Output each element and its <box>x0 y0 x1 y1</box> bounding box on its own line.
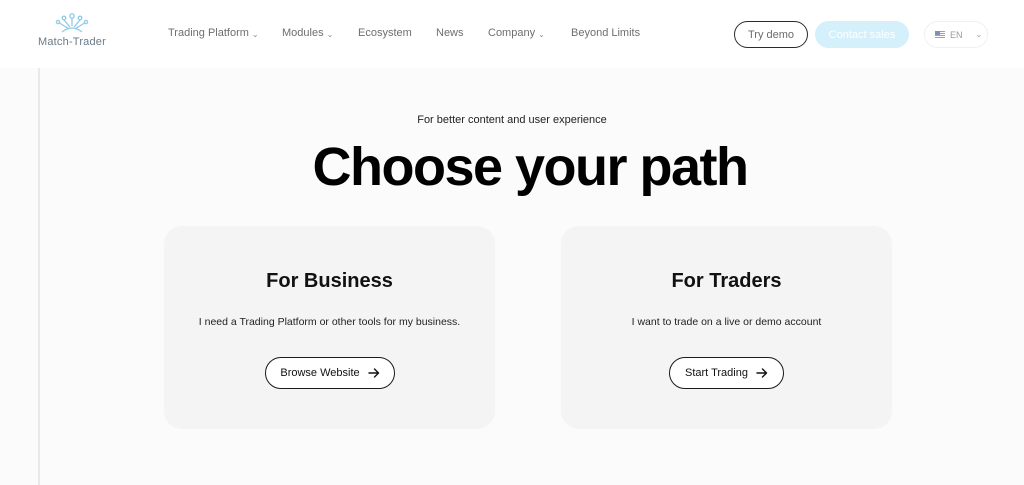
start-trading-button[interactable]: Start Trading <box>669 357 784 389</box>
chevron-down-icon: ⌄ <box>975 30 983 39</box>
logo-icon <box>55 13 89 33</box>
nav-item-label: Beyond Limits <box>571 27 641 39</box>
nav-item-trading-platform[interactable]: Trading Platform ⌄ <box>168 27 259 39</box>
site-header: Match-Trader Trading Platform ⌄ Modules … <box>0 0 1024 68</box>
nav-item-label: Trading Platform <box>168 27 249 39</box>
nav-item-label: Company <box>488 27 536 39</box>
nav-item-label: Modules <box>282 27 324 39</box>
arrow-right-icon <box>756 368 768 378</box>
arrow-right-icon <box>367 368 379 378</box>
nav-item-ecosystem[interactable]: Ecosystem <box>358 27 412 39</box>
language-selector[interactable]: EN ⌄ <box>924 21 988 48</box>
chevron-down-icon: ⌄ <box>251 29 259 39</box>
button-label: Browse Website <box>280 367 360 379</box>
card-description: I need a Trading Platform or other tools… <box>198 316 461 328</box>
button-label: Start Trading <box>685 367 748 379</box>
traders-card: For Traders I want to trade on a live or… <box>561 226 892 429</box>
us-flag-icon <box>935 31 945 38</box>
nav-item-beyond-limits[interactable]: Beyond Limits <box>571 27 640 39</box>
card-description: I want to trade on a live or demo accoun… <box>631 316 822 328</box>
card-title: For Traders <box>671 270 782 292</box>
language-label: EN <box>950 29 963 40</box>
hero-kicker: For better content and user experience <box>417 114 607 126</box>
brand-logo[interactable]: Match-Trader <box>32 12 112 54</box>
browse-website-button[interactable]: Browse Website <box>265 357 395 389</box>
nav-item-company[interactable]: Company ⌄ <box>488 27 545 39</box>
card-title: For Business <box>266 270 393 292</box>
contact-sales-button[interactable]: Contact sales <box>815 21 909 48</box>
business-card: For Business I need a Trading Platform o… <box>164 226 495 429</box>
page-title: Choose your path <box>312 137 749 197</box>
nav-item-modules[interactable]: Modules ⌄ <box>282 27 333 39</box>
try-demo-button[interactable]: Try demo <box>734 21 808 48</box>
brand-name: Match-Trader <box>37 36 106 48</box>
nav-item-label: Ecosystem <box>358 27 412 39</box>
chevron-down-icon: ⌄ <box>326 29 334 39</box>
chevron-down-icon: ⌄ <box>538 29 545 39</box>
left-divider <box>38 68 40 485</box>
nav-item-label: News <box>436 27 464 39</box>
nav-item-news[interactable]: News <box>436 27 464 39</box>
